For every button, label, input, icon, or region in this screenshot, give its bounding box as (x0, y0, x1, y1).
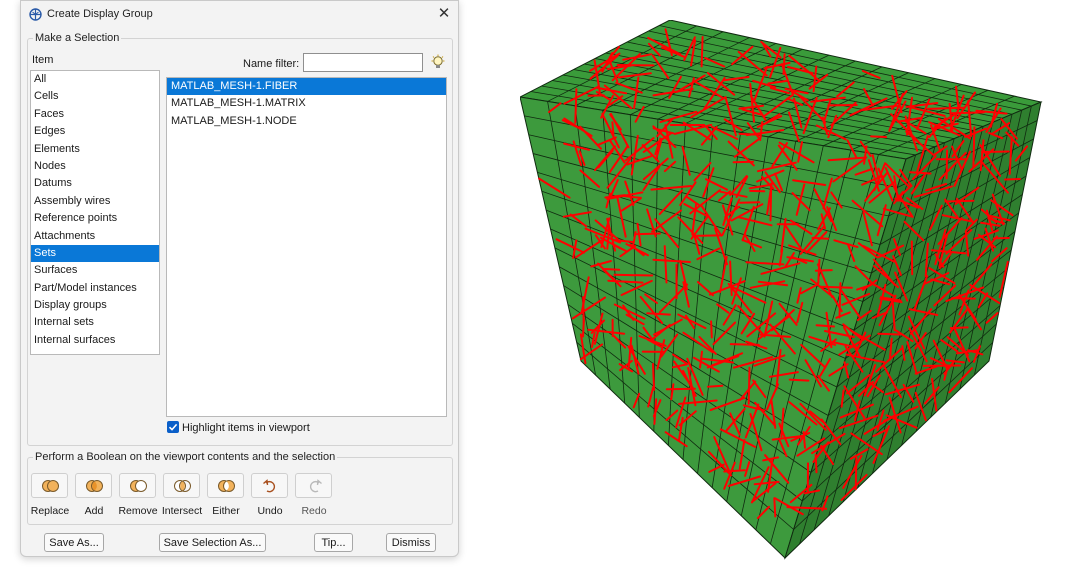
fiber-segment (818, 285, 853, 289)
fiber-segment (706, 384, 724, 388)
tip-button[interactable]: Tip... (314, 533, 353, 552)
dismiss-button[interactable]: Dismiss (386, 533, 436, 552)
fiber-segment (802, 431, 806, 449)
item-list-row[interactable]: Faces (31, 106, 159, 123)
boolean-title: Perform a Boolean on the viewport conten… (33, 451, 338, 463)
item-list-row[interactable]: Attachments (31, 228, 159, 245)
item-label: Item (32, 54, 54, 66)
item-list-row[interactable]: Nodes (31, 158, 159, 175)
lightbulb-icon[interactable] (430, 54, 446, 72)
set-list[interactable]: MATLAB_MESH-1.FIBER MATLAB_MESH-1.MATRIX M… (166, 77, 447, 417)
fiber-segment (870, 135, 888, 138)
remove-button[interactable] (119, 473, 156, 498)
fiber-segment (574, 88, 578, 124)
item-list-row[interactable]: Sets (31, 244, 159, 263)
fiber-segment (723, 469, 746, 473)
fiber-segment (692, 234, 722, 237)
fiber-segment (1003, 178, 1021, 181)
close-button[interactable]: ✕ (435, 5, 453, 23)
redo-label: Redo (301, 505, 327, 517)
name-filter-input[interactable] (303, 53, 423, 72)
replace-label: Replace (30, 505, 70, 517)
fiber-segment (665, 387, 696, 391)
fiber-segment (815, 324, 835, 328)
set-list-row[interactable]: MATLAB_MESH-1.NODE (167, 113, 446, 130)
item-list-row[interactable]: Part/Model instances (31, 280, 159, 297)
make-selection-title: Make a Selection (33, 32, 122, 44)
fiber-segment (710, 320, 713, 339)
item-list-row[interactable]: All (31, 71, 159, 88)
redo-icon (309, 479, 322, 493)
either-label: Either (212, 505, 240, 517)
replace-button[interactable] (31, 473, 68, 498)
close-icon: ✕ (437, 5, 451, 22)
remove-icon (130, 480, 147, 492)
either-icon (218, 480, 235, 492)
item-list-row[interactable]: Reference points (31, 210, 159, 227)
fiber-segment (582, 318, 585, 338)
fiber-segment (949, 326, 969, 330)
fiber-segment (814, 269, 833, 272)
highlight-checkbox[interactable] (167, 421, 179, 433)
fiber-segment (739, 201, 761, 204)
add-label: Add (84, 505, 104, 517)
highlight-label: Highlight items in viewport (182, 422, 310, 434)
item-list[interactable]: All Cells Faces Edges Elements Nodes Datums Ass… (30, 70, 160, 355)
fiber-segment (945, 149, 949, 180)
remove-label: Remove (118, 505, 158, 517)
item-list-row[interactable]: Edges (31, 123, 159, 140)
set-list-row[interactable]: MATLAB_MESH-1.FIBER (167, 78, 446, 96)
intersect-button[interactable] (163, 473, 200, 498)
fiber-segment (700, 36, 704, 68)
fiber-segment (613, 273, 654, 277)
name-filter-label: Name filter: (243, 58, 300, 70)
checkmark-icon (168, 423, 178, 431)
save-as-button[interactable]: Save As... (44, 533, 104, 552)
title-bar: Create Display Group ✕ (21, 1, 458, 27)
item-list-row[interactable]: Assembly wires (31, 193, 159, 210)
item-list-row[interactable]: Elements (31, 141, 159, 158)
fiber-segment (652, 363, 656, 391)
fiber-segment (782, 53, 786, 75)
model-viewport[interactable] (520, 20, 1050, 560)
fiber-segment (909, 171, 932, 175)
create-display-group-dialog: Create Display Group ✕ Make a Selection … (20, 0, 459, 557)
add-icon (86, 480, 103, 492)
item-list-row[interactable]: Internal surfaces (31, 332, 159, 349)
item-list-row[interactable]: Internal sets (31, 314, 159, 331)
intersect-label: Intersect (161, 505, 203, 517)
meshed-cube (520, 20, 1043, 560)
either-button[interactable] (207, 473, 244, 498)
fiber-segment (980, 150, 1010, 153)
fiber-segment (950, 111, 985, 115)
undo-icon (263, 479, 276, 493)
undo-button[interactable] (251, 473, 288, 498)
intersect-icon (174, 480, 191, 492)
fiber-segment (788, 378, 810, 382)
fiber-segment (814, 453, 818, 474)
save-selection-as-button[interactable]: Save Selection As... (159, 533, 266, 552)
redo-button[interactable] (295, 473, 332, 498)
fiber-segment (603, 268, 621, 271)
item-list-row[interactable]: Display groups (31, 297, 159, 314)
fiber-segment (747, 366, 751, 405)
set-list-row[interactable]: MATLAB_MESH-1.MATRIX (167, 95, 446, 112)
fiber-segment (646, 312, 671, 316)
undo-label: Undo (257, 505, 283, 517)
fiber-segment (877, 332, 901, 336)
dialog-title: Create Display Group (47, 8, 153, 20)
fiber-segment (773, 497, 777, 518)
add-button[interactable] (75, 473, 112, 498)
item-list-row[interactable]: Cells (31, 88, 159, 105)
item-list-row[interactable]: Surfaces (31, 262, 159, 279)
app-icon (29, 8, 42, 21)
replace-icon (42, 480, 59, 492)
item-list-row[interactable]: Datums (31, 175, 159, 192)
